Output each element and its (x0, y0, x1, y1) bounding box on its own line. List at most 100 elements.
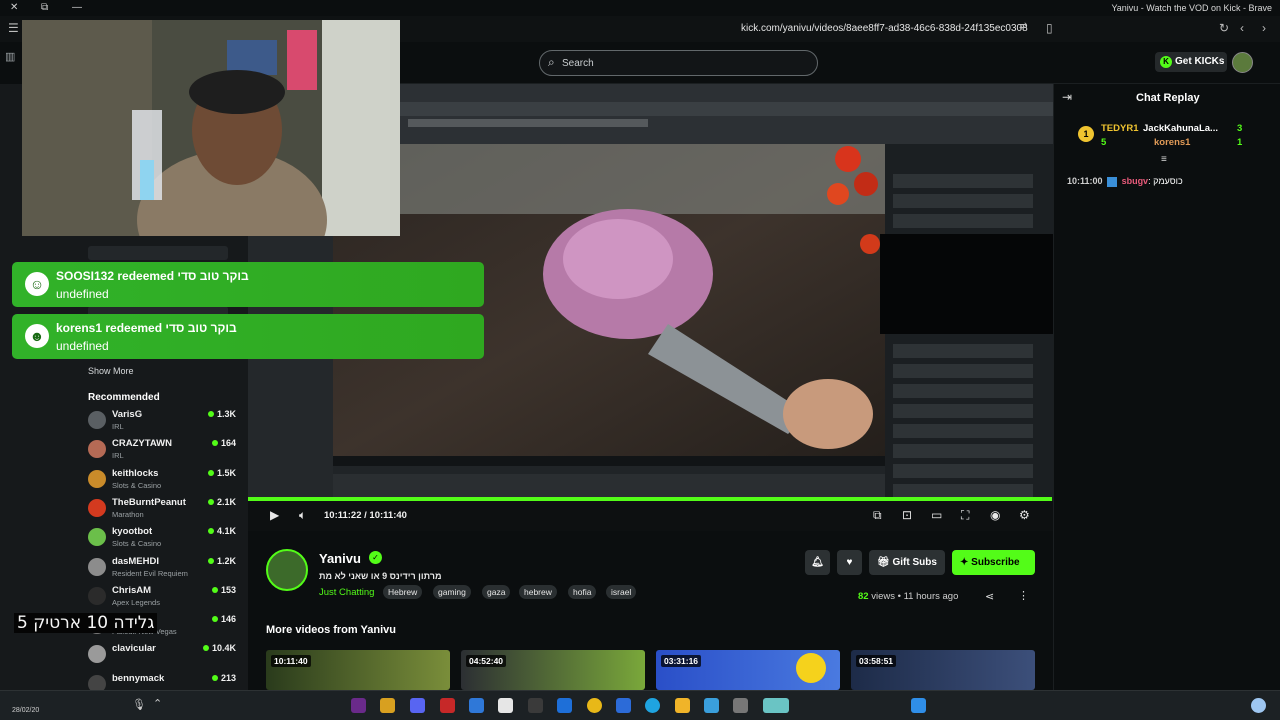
live-dot-icon (211, 675, 218, 681)
clip-icon[interactable]: ⧉ (873, 508, 882, 523)
video-info: Yanivu ✓ מרתון רידינס 9 או שאני לא מת Ju… (248, 531, 1053, 690)
app-icon[interactable] (351, 698, 366, 713)
viewer-count-value: 213 (220, 673, 236, 683)
channel-category: Slots & Casino (112, 481, 162, 490)
channel-category: IRL (112, 451, 124, 460)
app-icon[interactable] (498, 698, 513, 713)
sidebar-toggle-icon[interactable]: ▥ (5, 50, 15, 63)
gifter-name[interactable]: korens1 (1154, 137, 1190, 148)
tag[interactable]: Hebrew (383, 585, 423, 599)
url-field[interactable]: kick.com/yanivu/videos/8aee8ff7-ad38-46c… (741, 23, 1028, 34)
chrome-icon[interactable] (587, 698, 602, 713)
app-icon[interactable] (440, 698, 455, 713)
get-kicks-button[interactable]: K Get KICKs (1155, 52, 1227, 72)
close-icon[interactable]: ✕ (10, 2, 18, 13)
menu-icon[interactable]: ☰ (8, 21, 19, 35)
play-icon[interactable]: ▶ (270, 508, 279, 522)
redeem-alert: ☻ korens1 redeemed בוקר טוב סדי undefine… (12, 314, 484, 359)
channel-name[interactable]: Yanivu (319, 551, 361, 566)
channel-avatar (88, 558, 106, 576)
redeem-alert: ☺ SOOSI132 redeemed בוקר טוב סדי undefin… (12, 262, 484, 307)
app-icon[interactable] (557, 698, 572, 713)
tag[interactable]: israel (606, 585, 637, 599)
collapse-chat-icon[interactable]: ⇥ (1062, 90, 1072, 104)
forward-icon[interactable]: › (1262, 21, 1266, 35)
channel-avatar[interactable] (266, 549, 308, 591)
app-icon[interactable] (704, 698, 719, 713)
store-icon[interactable] (616, 698, 631, 713)
settings-gear-icon[interactable]: ⚙ (1019, 508, 1030, 522)
channel-avatar (88, 528, 106, 546)
chat-text: כוסעמק (1153, 176, 1183, 186)
views-label: views (871, 591, 895, 602)
discord-icon[interactable] (410, 698, 425, 713)
viewer-count-value: 10.4K (211, 643, 236, 653)
windows-start-icon[interactable] (911, 698, 926, 713)
minimize-icon[interactable]: — (72, 2, 82, 13)
gifter-name[interactable]: JackKahunaLa... (1143, 123, 1218, 134)
gifter-name[interactable]: TEDYR1 (1101, 123, 1138, 134)
tag[interactable]: gaza (482, 585, 511, 599)
time-display: 10:11:22 / 10:11:40 (324, 510, 407, 521)
recommended-channel[interactable]: dasMEHDI Resident Evil Requiem 1.2K (88, 556, 238, 585)
category-link[interactable]: Just Chatting (319, 587, 374, 598)
more-options-icon[interactable]: ⋮ (1018, 589, 1029, 602)
alert-avatar-icon: ☺ (25, 272, 49, 296)
volume-icon[interactable]: 🔈︎ (299, 508, 306, 523)
recommended-channel[interactable]: TheBurntPeanut Marathon 2.1K (88, 497, 238, 526)
gift-subs-button[interactable]: 🎁︎ Gift Subs (869, 550, 945, 575)
video-thumbnail[interactable]: 03:31:16 (656, 650, 840, 690)
tag[interactable]: gaming (433, 585, 471, 599)
miniplayer-icon[interactable]: ⊡ (902, 508, 912, 522)
chat-username[interactable]: sbugv (1122, 176, 1149, 186)
app-icon[interactable] (763, 698, 789, 713)
app-icon[interactable] (380, 698, 395, 713)
video-thumbnail[interactable]: 04:52:40 (461, 650, 645, 690)
channel-name: bennymack (112, 673, 165, 684)
viewer-count: 164 (211, 438, 236, 448)
speed-icon[interactable]: ◉ (990, 508, 1000, 522)
channel-name: ChrisAM (112, 585, 152, 596)
recommended-channel[interactable]: VarisG IRL 1.3K (88, 409, 238, 438)
recommended-channel[interactable]: CRAZYTAWN IRL 164 (88, 438, 238, 467)
tag[interactable]: hebrew (519, 585, 557, 599)
tag[interactable]: hofia (568, 585, 597, 599)
video-thumbnail[interactable]: 10:11:40 (266, 650, 450, 690)
verified-icon: ✓ (369, 551, 382, 564)
taskbar-date: 28/02/20 (12, 707, 40, 714)
viewer-count: 1.3K (207, 409, 236, 419)
channel-avatar (88, 470, 106, 488)
site-settings-icon[interactable]: ⇄ (1019, 21, 1027, 32)
mic-icon[interactable]: 🎙︎ (132, 698, 146, 711)
expand-leaderboard-icon[interactable]: ≡ (1161, 154, 1167, 165)
recommended-channel[interactable]: clavicular 10.4K (88, 643, 238, 672)
video-duration: 03:31:16 (661, 655, 702, 667)
bookmark-icon[interactable]: ▯ (1046, 21, 1053, 35)
recommended-channel[interactable]: kyootbot Slots & Casino 4.1K (88, 526, 238, 555)
subscribe-button[interactable]: ✦ Subscribe (952, 550, 1035, 575)
recommended-channel[interactable]: ChrisAM Apex Legends 153 (88, 585, 238, 614)
chat-title: Chat Replay (1136, 92, 1200, 104)
channel-name: kyootbot (112, 526, 153, 537)
folder-icon[interactable] (675, 698, 690, 713)
overlay-price-text: 5 גלידה 10 ארטיק (14, 613, 158, 633)
search-input[interactable]: ⌕ Search (539, 50, 818, 76)
weather-icon[interactable] (1251, 698, 1266, 713)
app-icon[interactable] (469, 698, 484, 713)
edge-icon[interactable] (645, 698, 660, 713)
video-thumbnail[interactable]: 03:58:51 (851, 650, 1035, 690)
share-icon[interactable]: ⋖ (985, 590, 994, 603)
recommended-channel[interactable]: keithlocks Slots & Casino 1.5K (88, 468, 238, 497)
show-more-link[interactable]: Show More (88, 366, 134, 376)
fullscreen-icon[interactable]: ⛶ (961, 508, 969, 523)
chevron-up-icon[interactable]: ⌃ (153, 697, 162, 710)
app-icon[interactable] (733, 698, 748, 713)
window-icon[interactable]: ⧉ (41, 2, 48, 13)
reload-icon[interactable]: ↻ (1219, 21, 1229, 35)
user-avatar[interactable] (1232, 52, 1253, 73)
follow-button[interactable]: ♥ (837, 550, 862, 575)
back-icon[interactable]: ‹ (1240, 21, 1244, 35)
theater-icon[interactable]: ▭ (931, 508, 942, 522)
notification-bell-button[interactable]: 🔔︎ (805, 550, 830, 575)
chatgpt-icon[interactable] (528, 698, 543, 713)
